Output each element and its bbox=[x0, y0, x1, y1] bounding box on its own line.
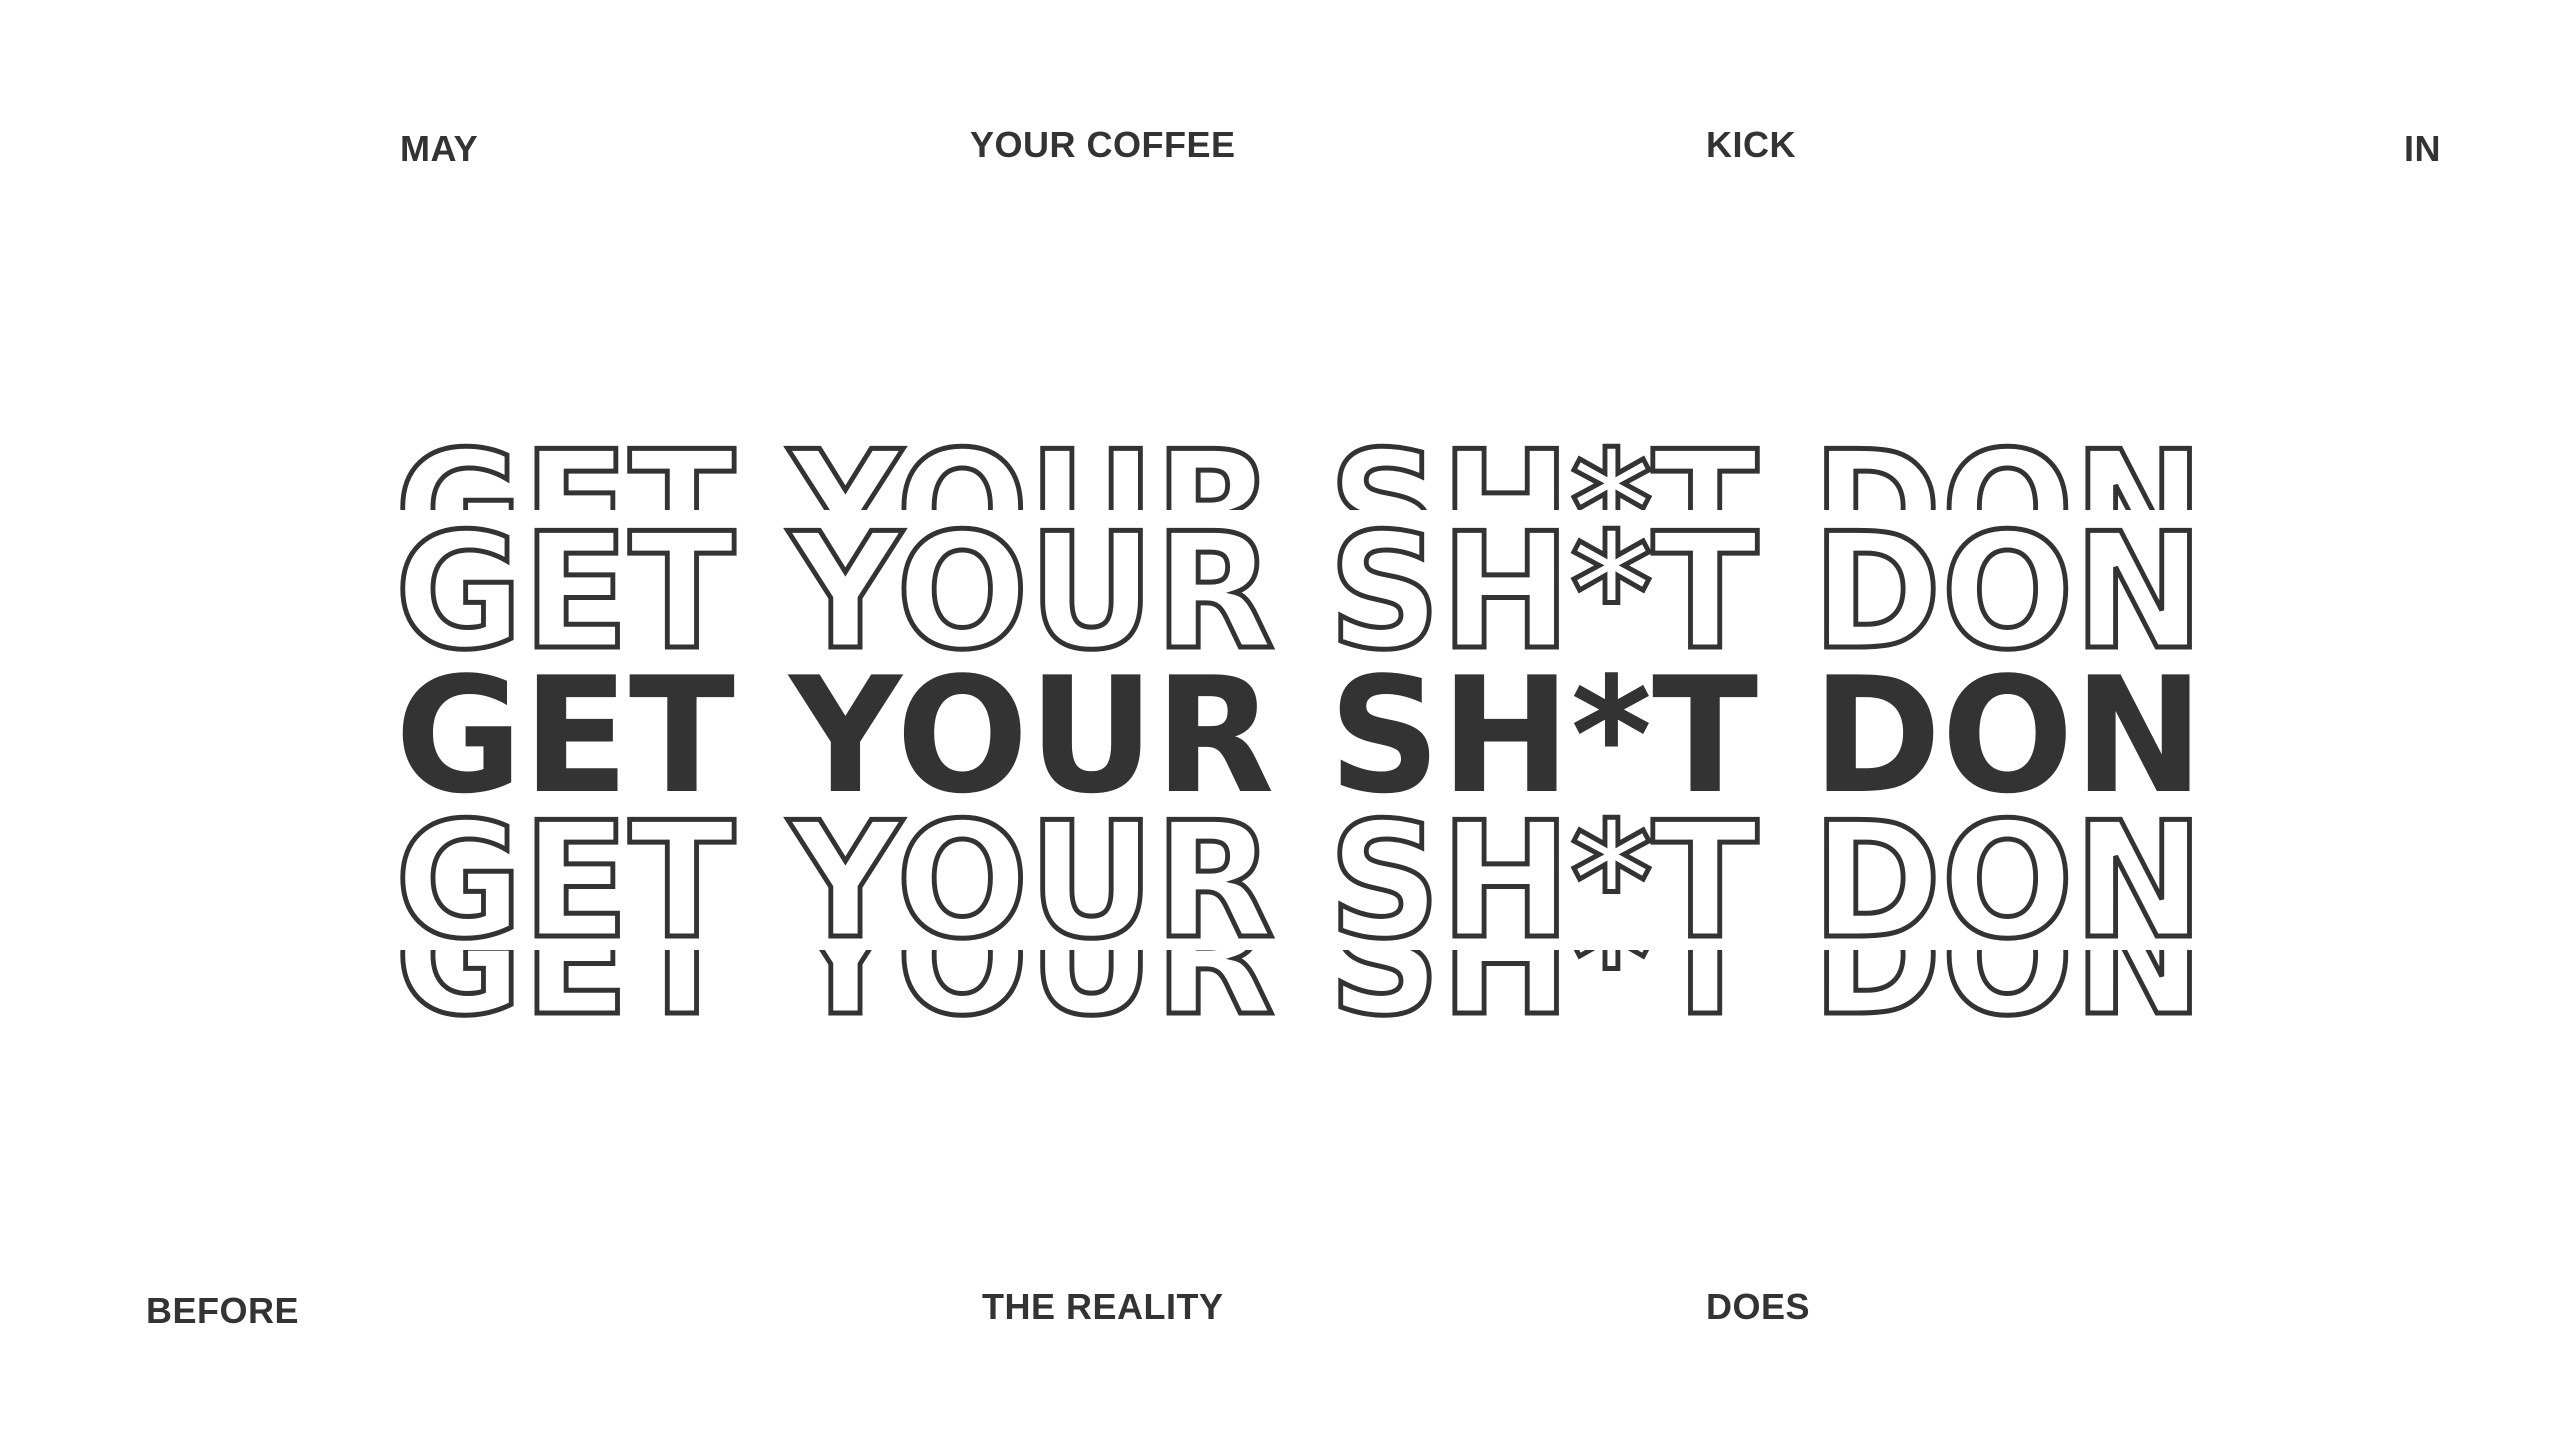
headline-text: GET YOUR SH*T DONE bbox=[395, 430, 2195, 510]
headline-text: GET YOUR SH*T DONE bbox=[395, 805, 2195, 950]
word-your-coffee: YOUR COFFEE bbox=[970, 124, 1236, 165]
word-does: DOES bbox=[1706, 1286, 1811, 1327]
word-in: IN bbox=[2404, 128, 2441, 169]
headline-text: GET YOUR SH*T DONE bbox=[395, 950, 2195, 1030]
headline-outline-row-5: GET YOUR SH*T DONE bbox=[395, 950, 2195, 1030]
word-may: MAY bbox=[400, 128, 479, 169]
headline-text: GET YOUR SH*T DONE bbox=[395, 520, 2195, 660]
headline-stack: GET YOUR SH*T DONE GET YOUR SH*T DONE GE… bbox=[395, 420, 2195, 1030]
word-the-reality: THE REALITY bbox=[982, 1286, 1224, 1327]
headline-text: GET YOUR SH*T DONE bbox=[395, 660, 2195, 810]
word-kick: KICK bbox=[1706, 124, 1796, 165]
headline-outline-row-2: GET YOUR SH*T DONE bbox=[395, 520, 2195, 660]
headline-solid-row: GET YOUR SH*T DONE bbox=[395, 660, 2195, 810]
headline-outline-row-1: GET YOUR SH*T DONE bbox=[395, 430, 2195, 510]
headline-outline-row-4: GET YOUR SH*T DONE bbox=[395, 805, 2195, 950]
word-before: BEFORE bbox=[146, 1290, 300, 1331]
